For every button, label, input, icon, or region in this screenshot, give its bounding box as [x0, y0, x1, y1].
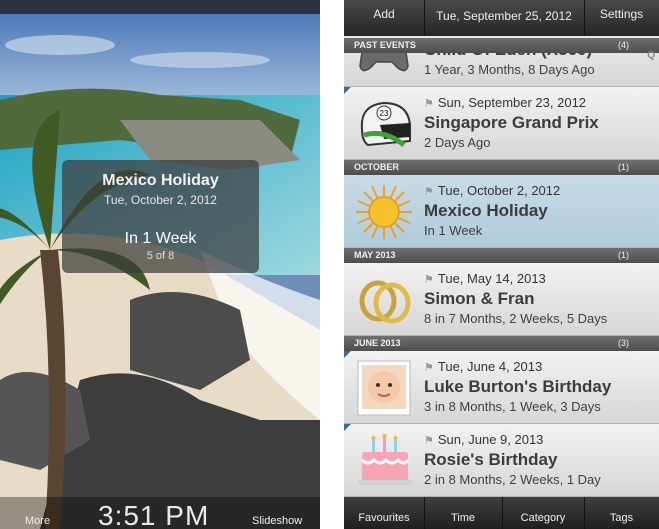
status-strip: [0, 0, 320, 14]
event-title: Mexico Holiday: [424, 201, 548, 220]
event-countdown: 3 in 8 Months, 1 Week, 3 Days: [424, 399, 601, 414]
tag-icon: ⚑: [424, 435, 434, 447]
list-item-selected[interactable]: ⚑ Tue, October 2, 2012 Mexico Holiday In …: [344, 175, 659, 248]
event-countdown: In 1 Week: [424, 223, 483, 238]
section-header-past-events: PAST EVENTS (4): [344, 38, 659, 53]
list-item[interactable]: 23 ⚑ Sun, September 23, 2012 Singapore Gr…: [344, 87, 659, 160]
section-name: JUNE 2013: [354, 338, 401, 348]
more-button[interactable]: More: [25, 515, 50, 527]
baby-photo-icon: [357, 360, 411, 416]
list-item[interactable]: ⚑ Sun, June 9, 2013 Rosie's Birthday 2 in…: [344, 424, 659, 497]
slide-position: 5 of 8: [146, 250, 175, 262]
tab-favourites[interactable]: Favourites: [344, 512, 424, 524]
event-date: ⚑ Tue, May 14, 2013: [424, 271, 546, 286]
list-item[interactable]: ⚑ Tue, May 14, 2013 Simon & Fran 8 in 7 M…: [344, 263, 659, 336]
section-name: OCTOBER: [354, 162, 399, 172]
section-count: (3): [618, 338, 629, 348]
event-title: Luke Burton's Birthday: [424, 377, 612, 396]
navigation-bar: Add Tue, September 25, 2012 Settings: [344, 0, 659, 36]
tab-time[interactable]: Time: [424, 512, 502, 524]
event-countdown: 8 in 7 Months, 2 Weeks, 5 Days: [424, 311, 608, 326]
event-title: Simon & Fran: [424, 289, 535, 308]
event-countdown: 2 Days Ago: [424, 135, 491, 150]
section-count: (4): [618, 40, 629, 50]
event-countdown: 1 Year, 3 Months, 8 Days Ago: [424, 62, 595, 77]
event-date: ⚑ Tue, October 2, 2012: [424, 183, 561, 198]
birthday-cake-icon: [358, 434, 412, 485]
section-name: PAST EVENTS: [354, 40, 416, 50]
slideshow-screen: Mexico Holiday Tue, October 2, 2012 In 1…: [0, 0, 320, 529]
event-countdown: 2 in 8 Months, 2 Weeks, 1 Day: [424, 472, 601, 487]
tab-category[interactable]: Category: [502, 512, 584, 524]
event-info-card: Mexico Holiday Tue, October 2, 2012 In 1…: [62, 160, 259, 273]
section-count: (1): [618, 162, 629, 172]
new-marker-icon: [344, 87, 351, 94]
sun-icon: [356, 185, 412, 239]
section-header-june-2013: JUNE 2013 (3): [344, 336, 659, 351]
section-name: MAY 2013: [354, 250, 396, 260]
racing-helmet-icon: 23: [360, 101, 411, 147]
tab-bar: Favourites Time Category Tags: [344, 497, 659, 529]
tag-icon: ⚑: [424, 362, 434, 374]
screen-divider: [320, 0, 344, 529]
section-header-october: OCTOBER (1): [344, 160, 659, 175]
event-countdown: In 1 Week: [124, 230, 197, 247]
index-letter[interactable]: Q: [647, 50, 655, 61]
event-date: ⚑ Sun, September 23, 2012: [424, 95, 587, 110]
tag-icon: ⚑: [424, 186, 434, 198]
event-title: Mexico Holiday: [102, 172, 219, 189]
list-item[interactable]: ⚑ Tue, June 4, 2013 Luke Burton's Birthda…: [344, 351, 659, 424]
section-header-may-2013: MAY 2013 (1): [344, 248, 659, 263]
event-list[interactable]: Child Of Eden (X360) 1 Year, 3 Months, 8…: [344, 36, 659, 497]
clock-time: 3:51 PM: [98, 500, 210, 529]
event-title: Singapore Grand Prix: [424, 113, 599, 132]
current-date: Tue, September 25, 2012: [436, 9, 572, 23]
section-count: (1): [618, 250, 629, 260]
new-marker-icon: [344, 351, 351, 358]
event-list-screen: Add Tue, September 25, 2012 Settings Chi…: [344, 0, 659, 529]
tag-icon: ⚑: [424, 98, 434, 110]
event-date: ⚑ Sun, June 9, 2013: [424, 432, 544, 447]
tab-tags[interactable]: Tags: [584, 512, 659, 524]
new-marker-icon: [344, 424, 351, 431]
event-title: Rosie's Birthday: [424, 450, 558, 469]
wedding-rings-icon: [359, 280, 411, 324]
event-date: Tue, October 2, 2012: [104, 193, 217, 207]
slideshow-button[interactable]: Slideshow: [252, 515, 302, 527]
tag-icon: ⚑: [424, 274, 434, 286]
event-date: ⚑ Tue, June 4, 2013: [424, 359, 543, 374]
svg-text:23: 23: [380, 109, 389, 118]
settings-button[interactable]: Settings: [584, 7, 659, 21]
add-button[interactable]: Add: [344, 7, 424, 21]
